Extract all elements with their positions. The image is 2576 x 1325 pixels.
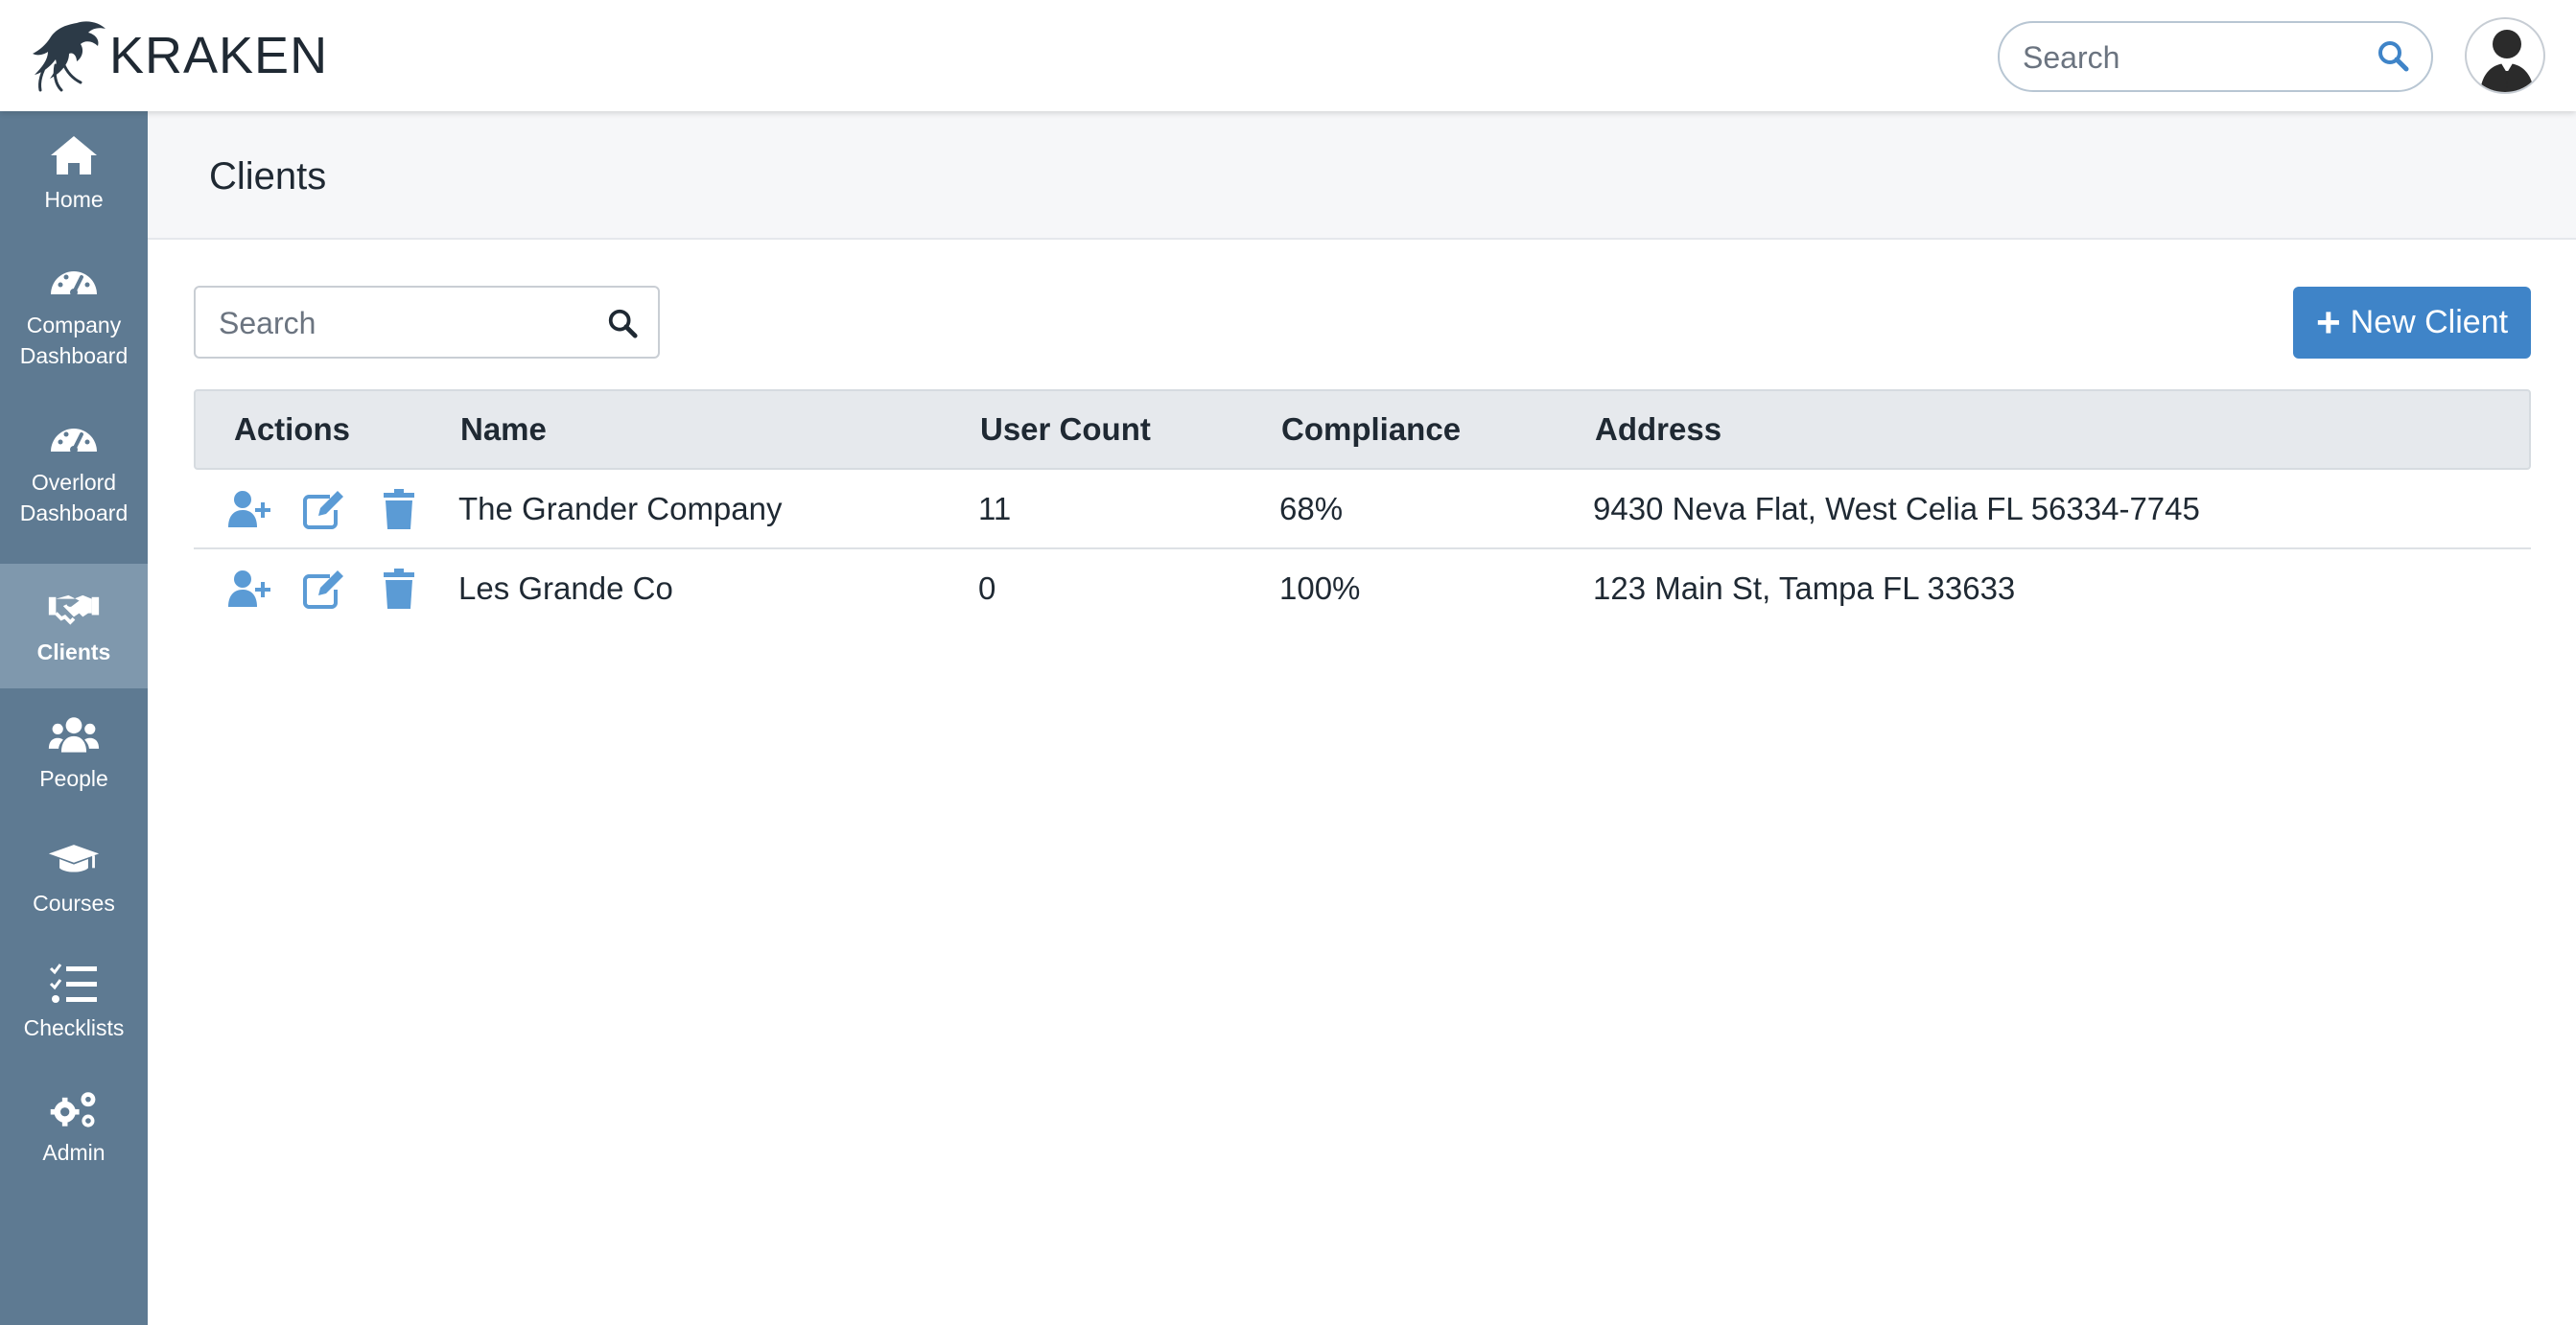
home-icon [47, 132, 101, 178]
tasks-icon [47, 961, 101, 1007]
sidebar-item-home[interactable]: Home [0, 111, 148, 236]
sidebar-item-label: Clients [36, 639, 111, 664]
new-client-button[interactable]: + New Client [2293, 287, 2531, 359]
client-user-count: 11 [978, 491, 1012, 526]
add-user-icon[interactable] [226, 569, 272, 609]
client-name[interactable]: The Grander Company [458, 470, 783, 548]
sidebar-item-courses[interactable]: Courses [0, 815, 148, 940]
clients-table: Actions Name User Count Compliance Addre… [194, 389, 2531, 629]
client-search-input[interactable] [219, 299, 602, 347]
table-row: The Grander Company 11 68% 9430 Neva Fla… [194, 470, 2531, 549]
client-name[interactable]: Les Grande Co [458, 549, 673, 628]
plus-icon: + [2315, 298, 2341, 346]
sidebar-item-overlord-dashboard[interactable]: Overlord Dashboard [0, 393, 148, 550]
client-user-count: 0 [978, 570, 996, 606]
top-bar: KRAKEN [0, 0, 2576, 111]
users-icon [47, 711, 101, 757]
column-header-compliance[interactable]: Compliance [1281, 391, 1461, 468]
page-title: Clients [209, 155, 327, 198]
new-client-button-label: New Client [2350, 304, 2509, 340]
client-address: 123 Main St, Tampa FL 33633 [1593, 570, 2016, 606]
client-compliance: 68% [1279, 491, 1344, 526]
kraken-logo-icon [33, 21, 105, 92]
sidebar-item-label: Checklists [23, 1015, 125, 1040]
dashboard-icon [47, 415, 101, 461]
trash-icon[interactable] [376, 489, 422, 529]
handshake-icon [47, 585, 101, 631]
brand-logo[interactable]: KRAKEN [29, 17, 328, 94]
global-search [1998, 21, 2433, 92]
column-header-user-count[interactable]: User Count [980, 391, 1151, 468]
client-compliance: 100% [1279, 570, 1361, 606]
dashboard-icon [47, 258, 101, 304]
table-row: Les Grande Co 0 100% 123 Main St, Tampa … [194, 549, 2531, 629]
column-header-address[interactable]: Address [1595, 391, 1721, 468]
graduation-cap-icon [47, 836, 101, 882]
edit-icon[interactable] [301, 569, 347, 609]
client-address: 9430 Neva Flat, West Celia FL 56334-7745 [1593, 491, 2200, 526]
search-icon[interactable] [2376, 38, 2410, 73]
page-header: Clients [148, 111, 2576, 240]
gears-icon [47, 1085, 101, 1131]
sidebar-item-people[interactable]: People [0, 690, 148, 815]
global-search-input[interactable] [2023, 35, 2377, 81]
user-silhouette-icon [2480, 30, 2534, 92]
sidebar-item-label: Admin [42, 1140, 105, 1165]
sidebar-item-label: Overlord Dashboard [19, 470, 129, 525]
search-icon[interactable] [606, 307, 639, 339]
sidebar-item-label: People [39, 766, 108, 791]
column-header-actions: Actions [234, 411, 351, 447]
column-header-name[interactable]: Name [460, 391, 547, 468]
sidebar-nav: Home Company Dashboard Overlord Dashboar… [0, 111, 148, 1325]
edit-icon[interactable] [301, 489, 347, 529]
add-user-icon[interactable] [226, 489, 272, 529]
user-avatar[interactable] [2465, 17, 2545, 94]
sidebar-item-admin[interactable]: Admin [0, 1064, 148, 1189]
sidebar-item-label: Home [44, 187, 104, 212]
sidebar-item-label: Company Dashboard [19, 313, 129, 368]
brand-name: KRAKEN [109, 27, 329, 84]
trash-icon[interactable] [376, 569, 422, 609]
sidebar-item-company-dashboard[interactable]: Company Dashboard [0, 236, 148, 393]
client-search [194, 286, 660, 359]
sidebar-item-checklists[interactable]: Checklists [0, 940, 148, 1064]
sidebar-item-clients[interactable]: Clients [0, 564, 148, 688]
table-header: Actions Name User Count Compliance Addre… [194, 389, 2531, 470]
sidebar-item-label: Courses [33, 891, 115, 916]
